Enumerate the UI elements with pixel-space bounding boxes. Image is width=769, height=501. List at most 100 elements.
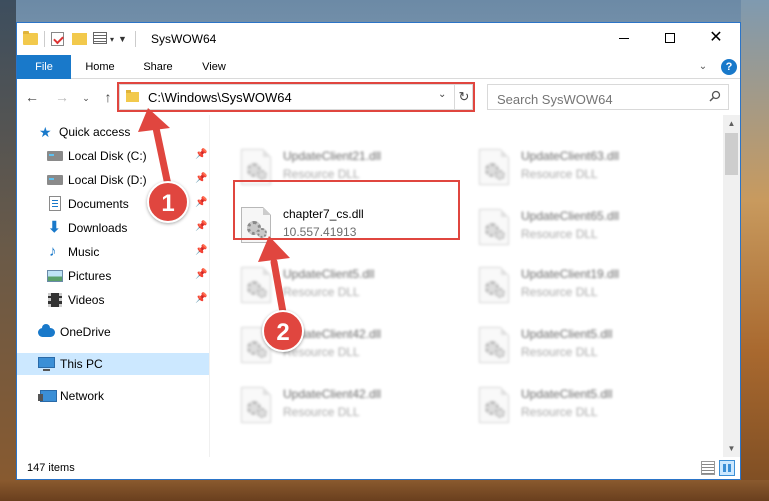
file-name: UpdateClient5.dll [521,327,613,341]
sidebar-item-label: Music [68,245,100,259]
sidebar-item-downloads[interactable]: ⬇ Downloads 📌 [17,217,209,239]
details-view-icon[interactable] [701,461,715,475]
file-name: UpdateClient5.dll [283,267,375,281]
search-icon[interactable] [709,90,721,102]
desktop-background-bottom [0,480,769,501]
tab-home[interactable]: Home [71,55,129,79]
sidebar-item-label: Documents [68,197,129,211]
folder-icon [126,90,139,102]
file-description: Resource DLL [521,345,598,359]
dll-file-icon [479,387,509,423]
pin-icon[interactable]: 📌 [195,173,207,185]
network-icon [38,390,57,402]
pin-icon[interactable]: 📌 [195,197,207,209]
dll-file-icon [241,149,271,185]
step-1-badge: 1 [147,181,189,223]
file-description: Resource DLL [283,405,360,419]
scroll-down-icon[interactable]: ▼ [723,440,740,457]
large-icons-view-icon[interactable] [719,460,735,476]
sidebar-item-onedrive[interactable]: OneDrive [17,321,209,343]
computer-icon [38,357,55,371]
sidebar-item-videos[interactable]: Videos 📌 [17,289,209,311]
dll-file-icon [479,327,509,363]
sidebar-item-label: Local Disk (C:) [68,149,147,163]
tab-file[interactable]: File [17,55,71,79]
pin-icon[interactable]: 📌 [195,149,207,161]
maximize-icon [665,33,675,43]
properties-icon[interactable] [51,32,65,46]
pin-icon[interactable]: 📌 [195,293,207,305]
dll-file-icon [241,267,271,303]
file-tile[interactable]: UpdateClient42.dll Resource DLL [233,381,463,433]
music-icon: ♪ [49,243,57,260]
address-path[interactable]: C:\Windows\SysWOW64 [148,90,292,105]
dll-file-icon [241,387,271,423]
sidebar-item-label: Videos [68,293,105,307]
search-input[interactable] [487,84,729,110]
forward-button[interactable]: → [53,88,71,106]
file-tile-highlighted[interactable]: chapter7_cs.dll 10.557.41913 [233,201,463,253]
maximize-button[interactable] [647,23,693,53]
close-button[interactable]: ✕ [693,23,739,53]
sidebar-item-music[interactable]: ♪ Music 📌 [17,241,209,263]
sidebar-item-pictures[interactable]: Pictures 📌 [17,265,209,287]
new-folder-icon[interactable] [72,32,87,46]
chevron-down-icon[interactable]: ▾ [110,35,114,44]
sidebar-item-local-disk-c[interactable]: Local Disk (C:) 📌 [17,145,209,167]
file-description: Resource DLL [521,167,598,181]
file-name: UpdateClient63.dll [521,149,620,163]
file-name: chapter7_cs.dll [283,207,364,221]
pin-icon[interactable]: 📌 [195,221,207,233]
file-tile[interactable]: UpdateClient65.dll Resource DLL [471,203,701,255]
refresh-icon: ↻ [458,89,470,104]
chevron-down-icon[interactable]: ⌄ [438,89,446,100]
vertical-scrollbar[interactable]: ▲ ▼ [723,115,740,457]
window-title: SysWOW64 [151,32,217,46]
file-version: 10.557.41913 [283,225,357,239]
file-description: Resource DLL [521,227,598,241]
refresh-button[interactable]: ↻ [454,85,473,109]
pane-divider[interactable] [209,115,210,457]
star-icon: ★ [39,124,52,140]
explorer-window: ▾ ▼ SysWOW64 ✕ File Home Share View ⌄ ? … [16,22,741,480]
file-name: UpdateClient65.dll [521,209,620,223]
sidebar-item-label: Network [60,389,105,403]
pin-icon[interactable]: 📌 [195,269,207,281]
file-tile[interactable]: UpdateClient5.dll Resource DLL [471,381,701,433]
customize-toolbar-icon[interactable]: ▼ [118,34,127,44]
file-tile[interactable]: UpdateClient63.dll Resource DLL [471,143,701,195]
download-icon: ⬇ [48,219,61,236]
pin-icon[interactable]: 📌 [195,245,207,257]
address-bar[interactable]: C:\Windows\SysWOW64 ⌄ ↻ [119,84,473,110]
view-icon[interactable] [93,32,107,46]
videos-icon [48,293,62,307]
sidebar-item-this-pc[interactable]: This PC [17,353,209,375]
sidebar-item-network[interactable]: Network [17,385,209,407]
file-description: Resource DLL [521,285,598,299]
navigation-bar: ← → ⌄ ↑ C:\Windows\SysWOW64 ⌄ ↻ [17,80,740,114]
up-button[interactable]: ↑ [99,88,117,106]
tab-view[interactable]: View [187,55,241,79]
sidebar-item-label: This PC [60,357,103,371]
tab-share[interactable]: Share [129,55,187,79]
file-tile[interactable]: UpdateClient19.dll Resource DLL [471,261,701,313]
chevron-down-icon[interactable]: ⌄ [695,59,711,75]
file-description: Resource DLL [521,405,598,419]
sidebar-item-quick-access[interactable]: ★ Quick access [17,121,209,143]
navigation-pane: ★ Quick access Local Disk (C:) 📌 Local D… [17,115,209,457]
help-icon[interactable]: ? [721,59,737,75]
dll-file-icon [479,149,509,185]
file-name: UpdateClient42.dll [283,387,382,401]
file-description: Resource DLL [283,167,360,181]
file-tile[interactable]: UpdateClient5.dll Resource DLL [471,321,701,373]
recent-locations-chevron-icon[interactable]: ⌄ [77,89,95,107]
scroll-up-icon[interactable]: ▲ [723,115,740,132]
file-tile[interactable]: UpdateClient5.dll Resource DLL [233,261,463,313]
scrollbar-thumb[interactable] [725,133,738,175]
back-button[interactable]: ← [23,88,41,106]
quick-access-toolbar: ▾ ▼ [23,31,142,47]
title-bar: ▾ ▼ SysWOW64 ✕ [17,23,740,55]
minimize-button[interactable] [601,23,647,53]
desktop-background-left [0,0,16,501]
file-tile[interactable]: UpdateClient21.dll Resource DLL [233,143,463,195]
